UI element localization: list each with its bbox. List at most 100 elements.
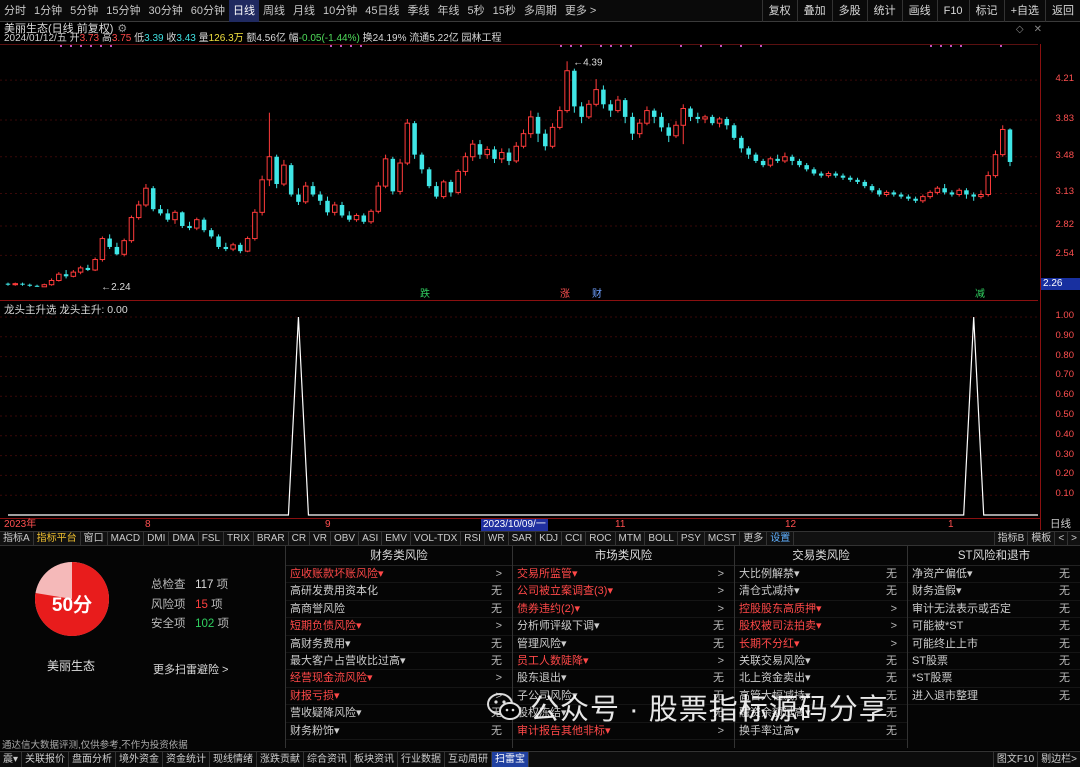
toolbar-button[interactable]: 画线 [901, 0, 937, 22]
risk-item[interactable]: 关联交易风险▾ 无 [735, 653, 907, 671]
period-tab[interactable]: 15秒 [489, 0, 520, 22]
period-tab[interactable]: 45日线 [361, 0, 403, 22]
period-tab[interactable]: 30分钟 [145, 0, 187, 22]
risk-item[interactable]: 清仓式减持▾ 无 [735, 583, 907, 601]
indicator-tab[interactable]: 指标B [993, 532, 1028, 546]
risk-item[interactable]: 交易所监管▾ > [513, 566, 734, 584]
period-tab[interactable]: 月线 [289, 0, 319, 22]
bottom-tab[interactable]: 盘面分析 [69, 752, 117, 767]
bottom-tab[interactable]: 板块资讯 [351, 752, 399, 767]
indicator-tab[interactable]: 指标平台 [34, 531, 81, 546]
indicator-tab[interactable]: 设置 [767, 531, 795, 546]
indicator-tab[interactable]: WR [485, 531, 509, 546]
bottom-tab[interactable]: 涨跌贡献 [257, 752, 305, 767]
toolbar-button[interactable]: 叠加 [796, 0, 832, 22]
risk-item[interactable]: 高研发费用资本化 无 [286, 583, 512, 601]
indicator-tab[interactable]: EMV [382, 531, 411, 546]
indicator-tab[interactable]: 更多 [740, 531, 768, 546]
risk-item[interactable]: 审计无法表示或否定 无 [908, 601, 1080, 619]
bottom-tab[interactable]: 资金统计 [163, 752, 211, 767]
period-tab[interactable]: 分时 [0, 0, 30, 22]
risk-item[interactable]: 财报亏损▾ > [286, 688, 512, 706]
bottom-tab[interactable]: 图文F10 [992, 752, 1037, 767]
period-tab[interactable]: 周线 [259, 0, 289, 22]
toolbar-button[interactable]: 复权 [761, 0, 797, 22]
indicator-tab[interactable]: TRIX [224, 531, 254, 546]
risk-item[interactable]: 营收疑降风险▾ 无 [286, 705, 512, 723]
indicator-tab[interactable]: OBV [331, 531, 360, 546]
more-scan-link[interactable]: 更多扫雷避险 > [153, 661, 228, 677]
period-tab[interactable]: 5秒 [464, 0, 489, 22]
risk-item[interactable]: 经营现金流风险▾ > [286, 670, 512, 688]
risk-item[interactable]: 应收账款坏账风险▾ > [286, 566, 512, 584]
toolbar-button[interactable]: 返回 [1045, 0, 1080, 22]
indicator-tab[interactable]: ROC [586, 531, 616, 546]
candlestick-chart[interactable]: ←2.24 ←4.39 跌 涨 财 减 [0, 44, 1038, 300]
risk-item[interactable]: 公司被立案调查(3)▾ > [513, 583, 734, 601]
bottom-tab[interactable]: 综合资讯 [304, 752, 352, 767]
risk-item[interactable]: 股权被司法拍卖▾ > [735, 618, 907, 636]
toolbar-button[interactable]: 标记 [968, 0, 1004, 22]
indicator-tab[interactable]: SAR [509, 531, 537, 546]
indicator-tab[interactable]: 模板 [1027, 532, 1054, 546]
risk-item[interactable]: 短期负债风险▾ > [286, 618, 512, 636]
period-tab[interactable]: 更多 > [561, 0, 600, 22]
indicator-tab[interactable]: > [1067, 532, 1080, 546]
risk-item[interactable]: 财务造假▾ 无 [908, 583, 1080, 601]
settings-icon[interactable]: ◇ [1016, 24, 1034, 35]
period-tab[interactable]: 1分钟 [30, 0, 66, 22]
period-tab[interactable]: 60分钟 [187, 0, 229, 22]
indicator-tab[interactable]: DMI [144, 531, 170, 546]
bottom-tab[interactable]: 扫雷宝 [492, 752, 530, 767]
indicator-tab[interactable]: KDJ [536, 531, 563, 546]
risk-item[interactable]: 高财务费用▾ 无 [286, 636, 512, 653]
period-label[interactable]: 日线 [1040, 518, 1080, 530]
period-tab[interactable]: 多周期 [520, 0, 561, 22]
risk-item[interactable]: ST股票 无 [908, 653, 1080, 671]
risk-item[interactable]: 管理风险▾ 无 [513, 636, 734, 653]
indicator-tab[interactable]: < [1054, 532, 1067, 546]
indicator-tab[interactable]: CR [289, 531, 311, 546]
period-tab[interactable]: 日线 [229, 0, 259, 22]
indicator-tab[interactable]: MCST [705, 531, 741, 546]
risk-item[interactable]: 可能终止上市 无 [908, 636, 1080, 653]
bottom-tab[interactable]: 互动周研 [445, 752, 493, 767]
indicator-tab[interactable]: MTM [616, 531, 646, 546]
toolbar-button[interactable]: 多股 [831, 0, 867, 22]
risk-item[interactable]: 最大客户占营收比过高▾ 无 [286, 653, 512, 671]
period-tab[interactable]: 季线 [404, 0, 434, 22]
indicator-tab[interactable]: FSL [199, 531, 225, 546]
risk-item[interactable]: 可能被*ST 无 [908, 618, 1080, 636]
indicator-tab[interactable]: 指标A [0, 531, 34, 546]
bottom-tab[interactable]: 震▾ [0, 752, 23, 767]
period-tab[interactable]: 15分钟 [102, 0, 144, 22]
bottom-tab[interactable]: 现线情绪 [210, 752, 258, 767]
period-tab[interactable]: 5分钟 [66, 0, 102, 22]
toolbar-button[interactable]: 统计 [866, 0, 902, 22]
bottom-tab[interactable]: 剔边栏> [1037, 752, 1080, 767]
indicator-tab[interactable]: DMA [169, 531, 199, 546]
toolbar-button[interactable]: +自选 [1003, 0, 1045, 22]
indicator-tab[interactable]: CCI [562, 531, 587, 546]
toolbar-button[interactable]: F10 [936, 0, 969, 22]
indicator-tab[interactable]: BRAR [254, 531, 289, 546]
risk-item[interactable]: 分析师评级下调▾ 无 [513, 618, 734, 636]
risk-item[interactable]: 财务粉饰▾ 无 [286, 723, 512, 740]
concept-tag[interactable]: 园林工程 [462, 33, 502, 44]
period-tab[interactable]: 年线 [434, 0, 464, 22]
risk-item[interactable]: 员工人数陡降▾ > [513, 653, 734, 671]
indicator-chart[interactable] [0, 300, 1038, 518]
indicator-tab[interactable]: VOL-TDX [411, 531, 462, 546]
indicator-tab[interactable]: RSI [461, 531, 485, 546]
risk-item[interactable]: 大比例解禁▾ 无 [735, 566, 907, 584]
indicator-tab[interactable]: BOLL [645, 531, 678, 546]
close-icon[interactable]: ✕ [1034, 24, 1052, 35]
indicator-tab[interactable]: VR [310, 531, 331, 546]
bottom-tab[interactable]: 关联报价 [22, 752, 70, 767]
indicator-tab[interactable]: PSY [678, 531, 705, 546]
indicator-tab[interactable]: 窗口 [81, 531, 108, 546]
risk-item[interactable]: 债券违约(2)▾ > [513, 601, 734, 619]
bottom-tab[interactable]: 行业数据 [398, 752, 446, 767]
indicator-tab[interactable]: ASI [359, 531, 383, 546]
risk-item[interactable]: 控股股东高质押▾ > [735, 601, 907, 619]
